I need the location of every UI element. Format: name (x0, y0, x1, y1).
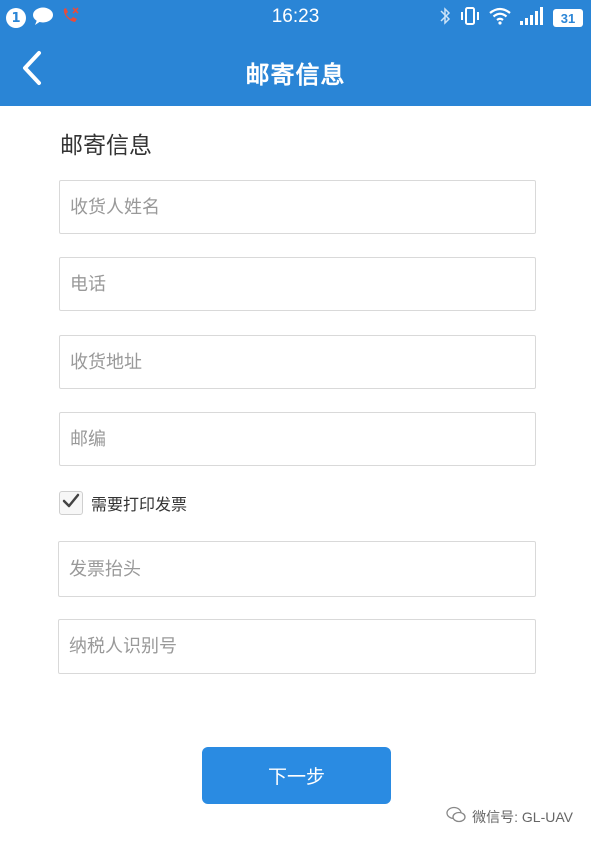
taxpayer-id-field (58, 619, 536, 674)
battery-icon: 31 (553, 9, 583, 27)
watermark-text: 微信号: GL-UAV (472, 808, 573, 825)
phone-input[interactable] (60, 258, 535, 310)
checkmark-icon (62, 493, 80, 513)
nav-title: 邮寄信息 (245, 61, 346, 89)
wifi-icon (489, 7, 511, 29)
postcode-input[interactable] (60, 413, 535, 465)
postcode-field (59, 412, 536, 466)
signal-icon (519, 7, 545, 29)
print-invoice-checkbox[interactable] (59, 491, 83, 515)
wechat-logo-icon (446, 806, 466, 827)
recipient-name-field (59, 180, 536, 234)
status-right-icons: 31 (439, 6, 583, 30)
phone-field (59, 257, 536, 311)
vibrate-icon (459, 6, 481, 30)
address-field (59, 335, 536, 389)
print-invoice-label: 需要打印发票 (91, 495, 188, 514)
taxpayer-id-input[interactable] (59, 620, 535, 673)
bluetooth-icon (439, 6, 451, 30)
wechat-watermark: 微信号: GL-UAV (446, 806, 573, 827)
invoice-title-field (58, 541, 536, 597)
print-invoice-row: 需要打印发票 (59, 490, 187, 516)
section-title: 邮寄信息 (60, 133, 152, 159)
address-input[interactable] (60, 336, 535, 388)
invoice-title-input[interactable] (59, 542, 535, 596)
nav-bar: 邮寄信息 (0, 34, 591, 106)
status-bar: 1 16:23 31 (0, 0, 591, 34)
next-step-button[interactable]: 下一步 (202, 747, 391, 804)
recipient-name-input[interactable] (60, 181, 535, 233)
